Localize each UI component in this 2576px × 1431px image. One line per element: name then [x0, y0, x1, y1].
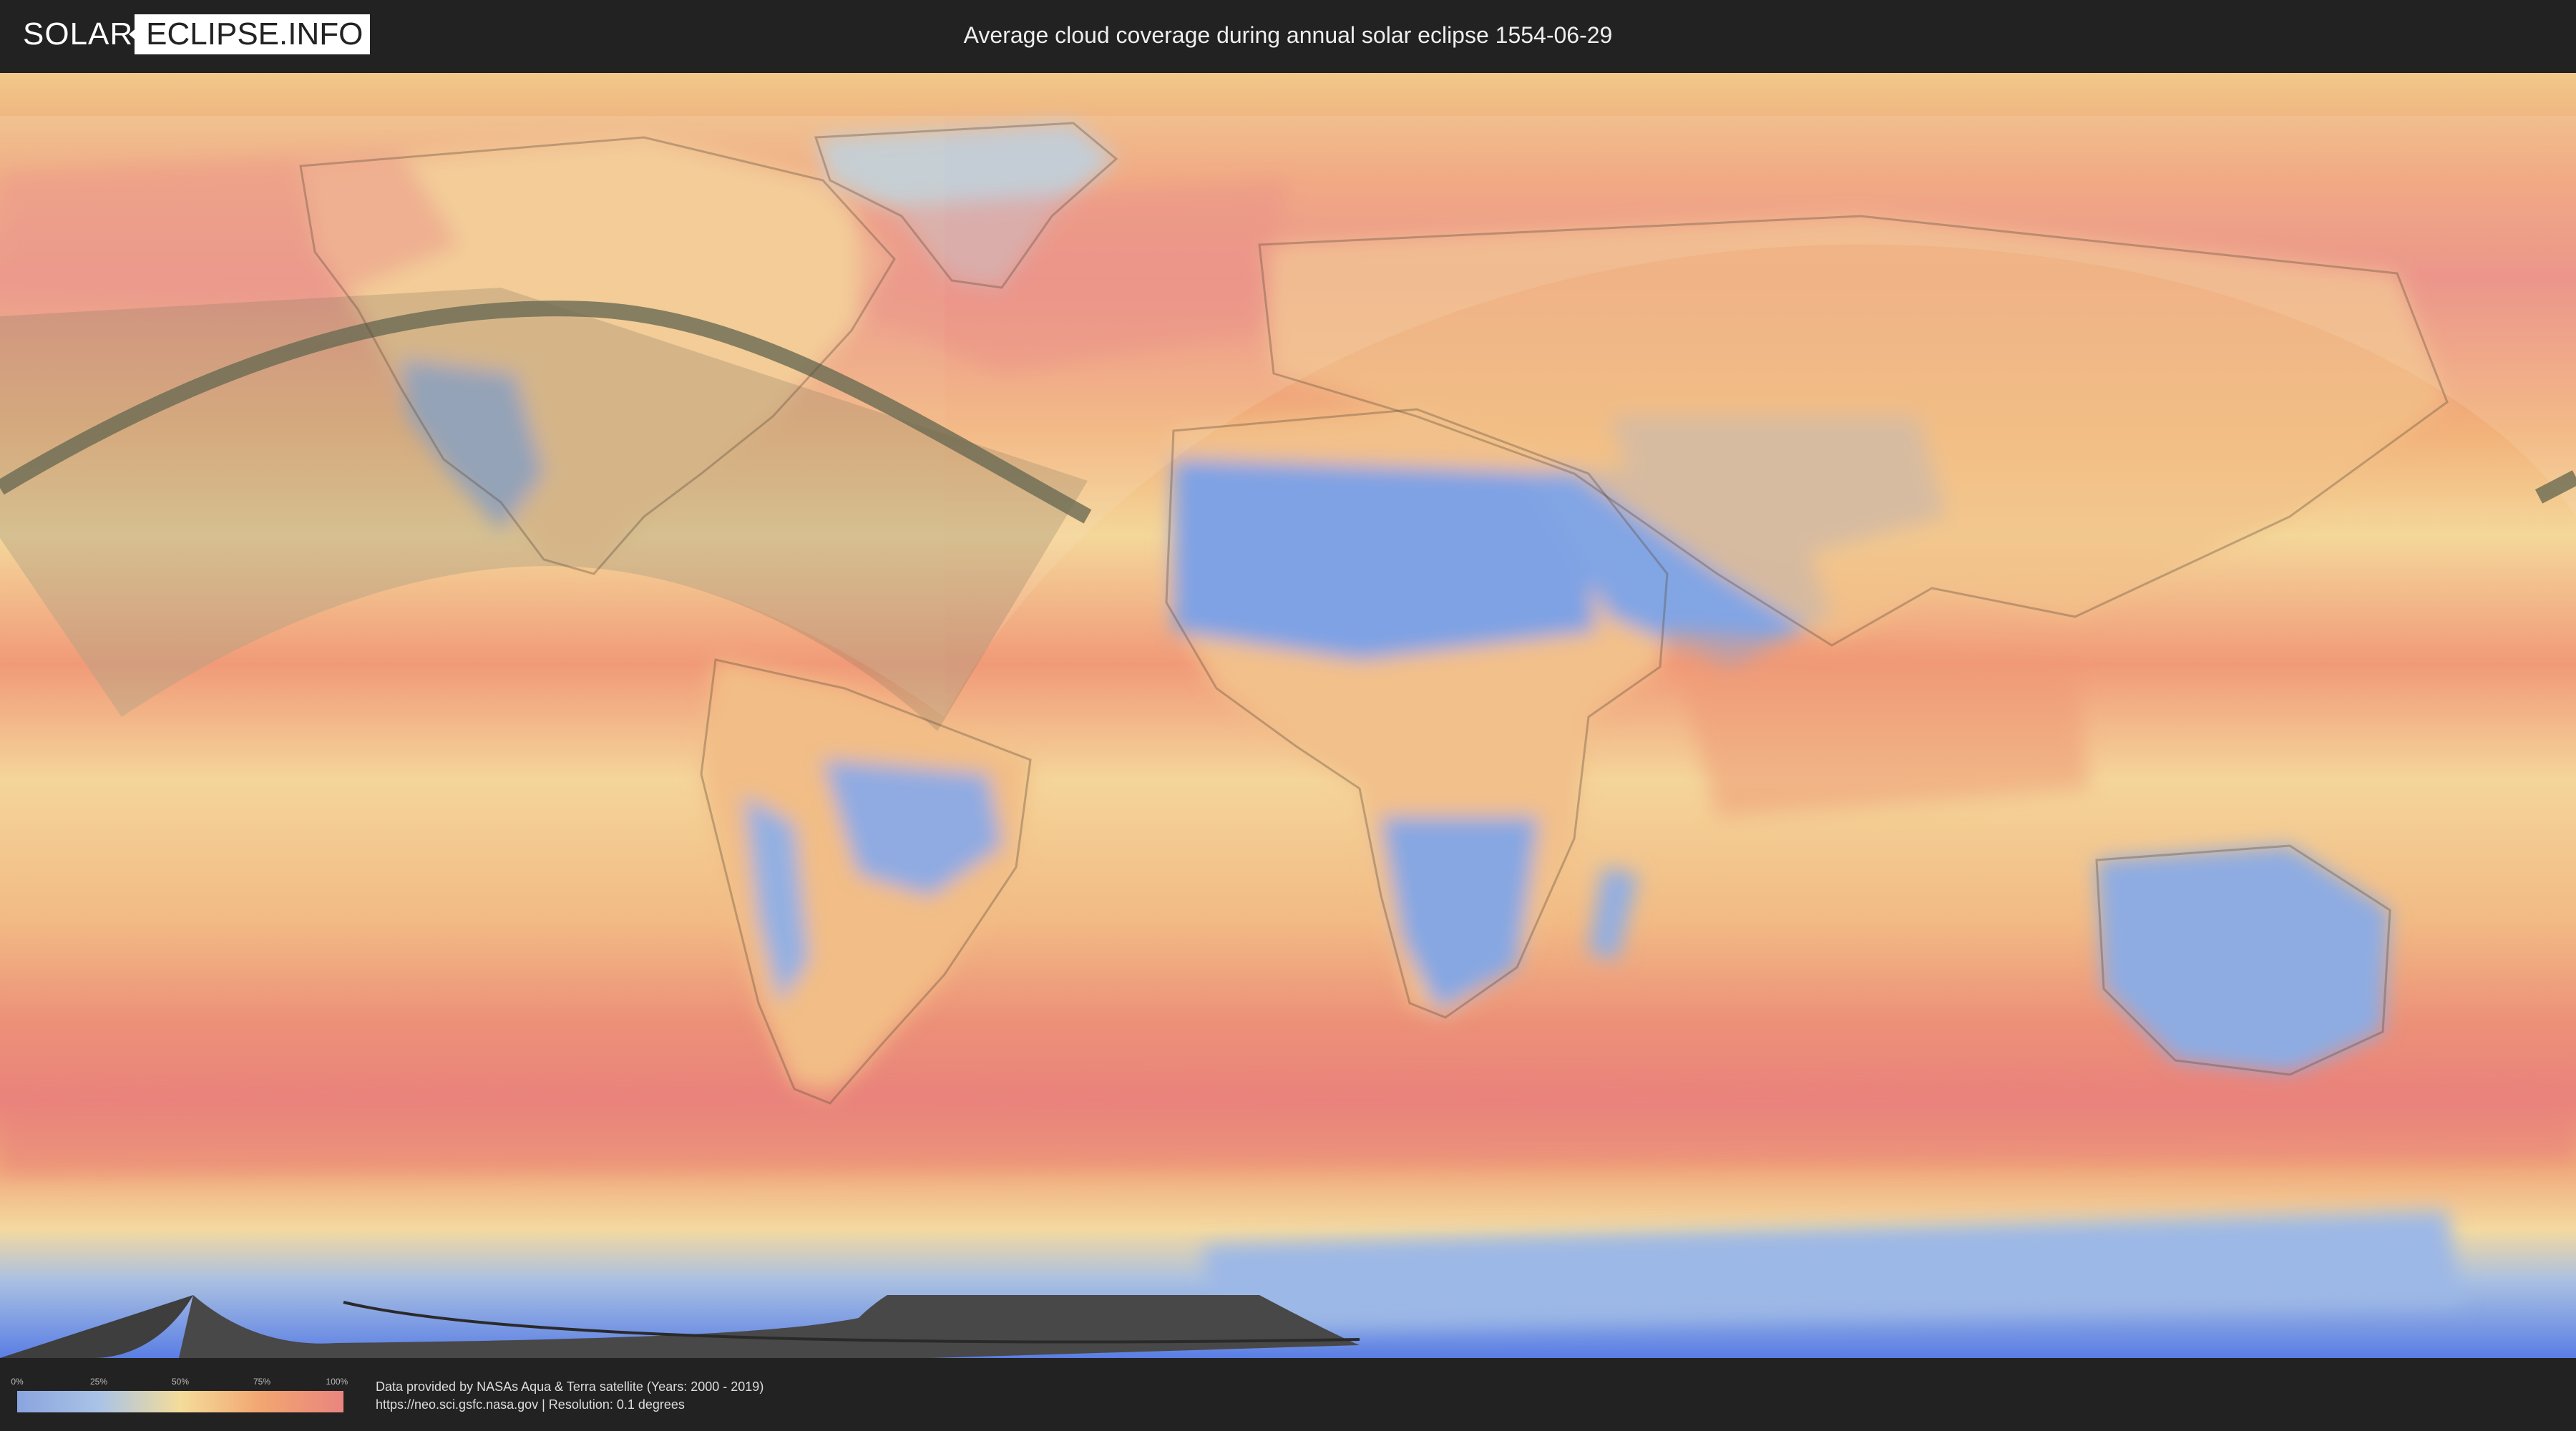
legend-tick-25: 25% — [89, 1377, 108, 1387]
southern-ocean-band — [0, 1075, 2576, 1175]
legend-ticks: 0% 25% 50% 75% 100% — [11, 1377, 348, 1388]
data-credits: Data provided by NASAs Aqua & Terra sate… — [376, 1378, 763, 1414]
header-bar: SOLAR ECLIPSE.INFO Average cloud coverag… — [0, 0, 2576, 72]
indian-ocean-band — [1667, 631, 2089, 817]
cloud-coverage-legend: 0% 25% 50% 75% 100% — [11, 1377, 348, 1412]
credits-source: Data provided by NASAs Aqua & Terra sate… — [376, 1379, 764, 1394]
cloud-coverage-map[interactable] — [0, 73, 2576, 1358]
footer-bar: 0% 25% 50% 75% 100% Data provided by NAS… — [0, 1358, 2576, 1431]
legend-tick-50: 50% — [171, 1377, 190, 1387]
page-title: Average cloud coverage during annual sol… — [963, 22, 1613, 48]
legend-color-bar — [17, 1391, 343, 1412]
legend-tick-75: 75% — [253, 1377, 271, 1387]
credits-link[interactable]: https://neo.sci.gsfc.nasa.gov | Resoluti… — [376, 1396, 763, 1414]
sahara-dry — [1174, 459, 1596, 660]
legend-tick-0: 0% — [11, 1377, 24, 1387]
legend-tick-100: 100% — [326, 1377, 348, 1387]
